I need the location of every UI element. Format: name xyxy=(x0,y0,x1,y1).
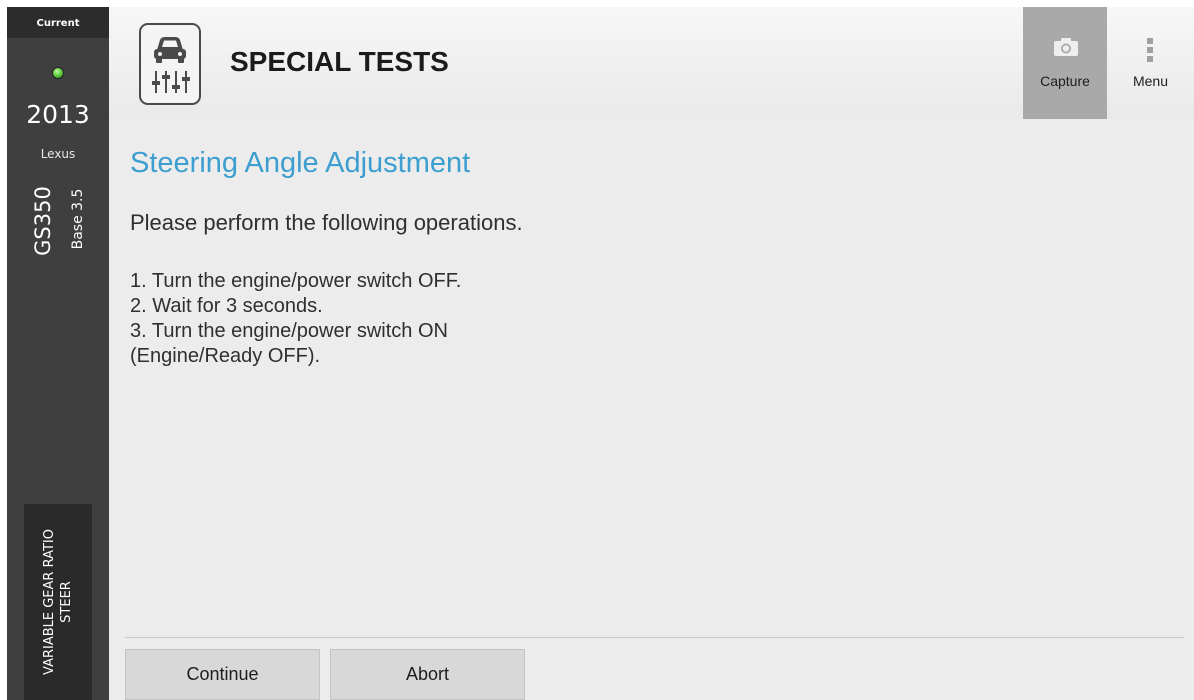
capture-button-label: Capture xyxy=(1040,73,1090,89)
system-tab-label: VARIABLE GEAR RATIO STEER xyxy=(41,507,75,697)
instruction-step: (Engine/Ready OFF). xyxy=(130,345,321,367)
instructions-intro: Please perform the following operations. xyxy=(130,210,523,235)
menu-button-label: Menu xyxy=(1132,73,1169,89)
vertical-dots-icon xyxy=(1147,38,1153,62)
system-tab[interactable]: VARIABLE GEAR RATIO STEER xyxy=(24,504,92,700)
instruction-step: 3. Turn the engine/power switch ON xyxy=(130,320,448,342)
instruction-steps: 1. Turn the engine/power switch OFF. 2. … xyxy=(130,269,461,369)
system-tab-line2: STEER xyxy=(59,581,74,623)
instruction-step: 2. Wait for 3 seconds. xyxy=(130,295,323,317)
vehicle-sidebar: Current 2013 Lexus GS350 Base 3.5 VARIAB… xyxy=(7,7,109,700)
footer-divider xyxy=(125,637,1184,638)
vehicle-trim: Base 3.5 xyxy=(70,188,86,250)
car-diagnostic-sliders-icon xyxy=(139,23,201,105)
page-title: SPECIAL TESTS xyxy=(230,46,449,77)
abort-button[interactable]: Abort xyxy=(330,649,525,700)
current-label: Current xyxy=(7,7,109,38)
app-frame: Current 2013 Lexus GS350 Base 3.5 VARIAB… xyxy=(7,7,1194,700)
menu-button[interactable]: Menu xyxy=(1107,7,1194,119)
camera-icon xyxy=(1054,38,1078,56)
main-panel: Steering Angle Adjustment Please perform… xyxy=(109,119,1194,700)
instruction-step: 1. Turn the engine/power switch OFF. xyxy=(130,270,462,292)
test-title: Steering Angle Adjustment xyxy=(130,147,471,179)
car-diagnostic-sliders-icon-svg xyxy=(152,37,190,93)
continue-button[interactable]: Continue xyxy=(125,649,320,700)
vehicle-make: Lexus xyxy=(40,147,76,161)
vehicle-model: GS350 xyxy=(31,186,55,256)
capture-button[interactable]: Capture xyxy=(1023,7,1107,119)
system-tab-line1: VARIABLE GEAR RATIO xyxy=(42,529,57,675)
vehicle-year: 2013 xyxy=(26,100,90,129)
header-bar: SPECIAL TESTS Capture Menu xyxy=(109,7,1194,119)
status-led-icon xyxy=(53,68,63,78)
